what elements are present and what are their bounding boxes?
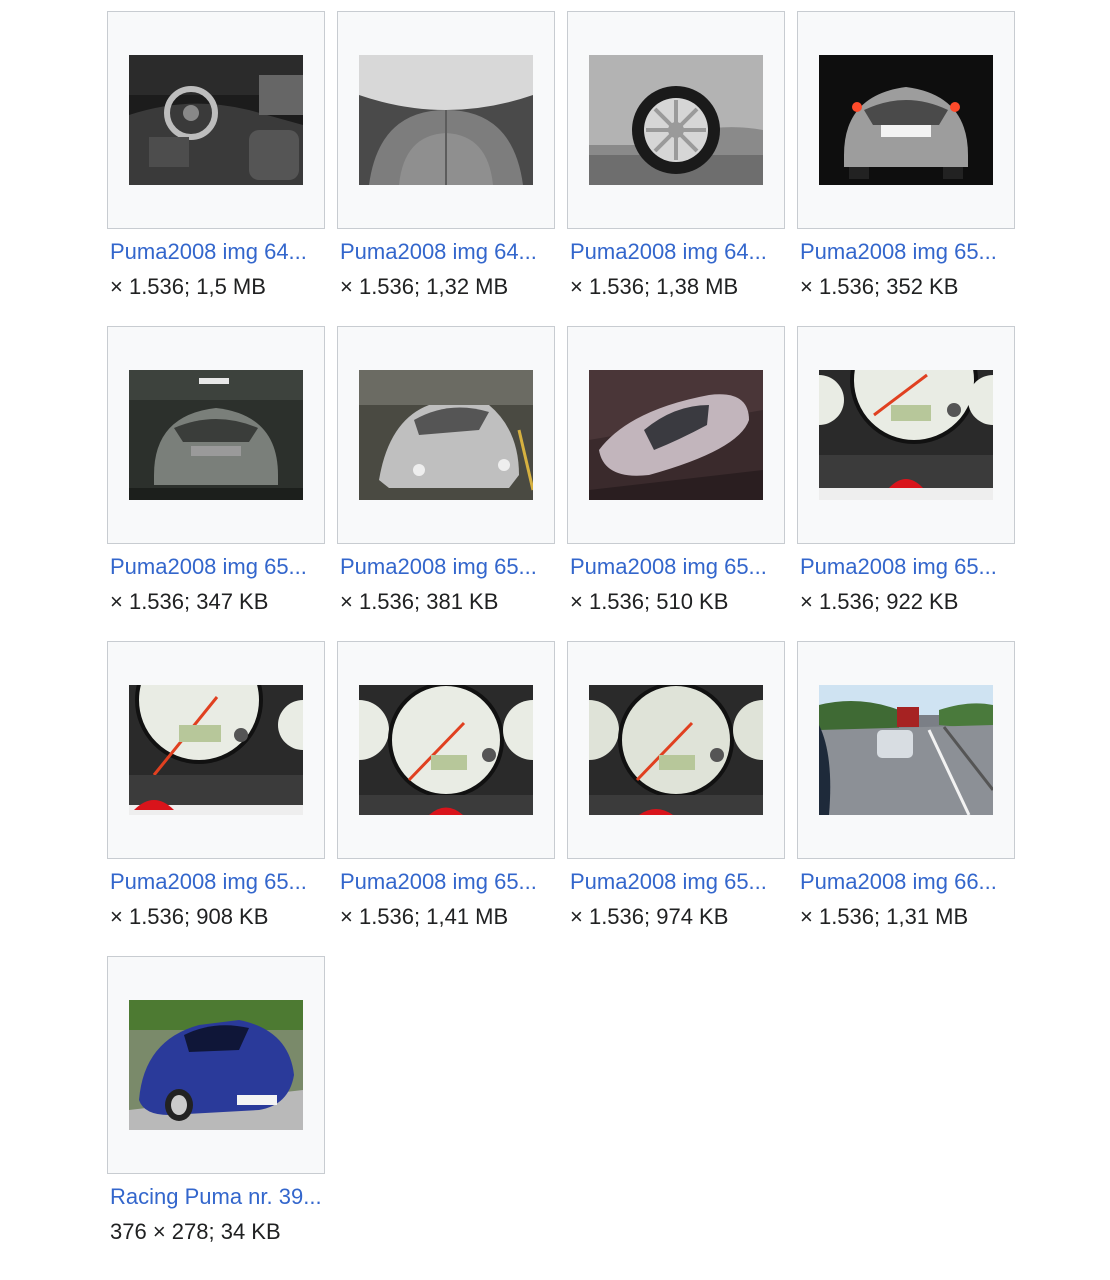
thumbnail-link[interactable]: [337, 326, 555, 544]
car-rear-garage-photo: [129, 370, 303, 500]
car-interior-dashboard-photo: [129, 55, 303, 185]
odometer-photo: [819, 370, 993, 500]
file-info: × 1.536; 510 KB: [570, 589, 729, 614]
image-gallery: Puma2008 img 64... × 1.536; 1,5 MB Puma2…: [0, 0, 1110, 1280]
file-info: 376 × 278; 34 KB: [110, 1219, 281, 1244]
file-name-link[interactable]: Puma2008 img 65...: [570, 867, 790, 897]
file-info: × 1.536; 1,5 MB: [110, 274, 266, 299]
file-name-link[interactable]: Racing Puma nr. 39...: [110, 1182, 330, 1212]
file-name-link[interactable]: Puma2008 img 65...: [110, 552, 330, 582]
thumbnail-link[interactable]: [107, 326, 325, 544]
file-name-link[interactable]: Puma2008 img 65...: [340, 552, 560, 582]
file-info: × 1.536; 1,31 MB: [800, 904, 969, 929]
thumbnail-link[interactable]: [797, 326, 1015, 544]
thumbnail-link[interactable]: [107, 11, 325, 229]
car-top-view-photo: [589, 370, 763, 500]
file-info: × 1.536; 974 KB: [570, 904, 729, 929]
file-info: × 1.536; 1,38 MB: [570, 274, 739, 299]
file-name-link[interactable]: Puma2008 img 64...: [570, 237, 790, 267]
thumbnail-link[interactable]: [337, 11, 555, 229]
file-name-link[interactable]: Puma2008 img 65...: [570, 552, 790, 582]
thumbnail-link[interactable]: [107, 956, 325, 1174]
speedometer-photo: [359, 685, 533, 815]
file-info: × 1.536; 1,41 MB: [340, 904, 509, 929]
file-name-link[interactable]: Puma2008 img 64...: [110, 237, 330, 267]
file-info: × 1.536; 347 KB: [110, 589, 269, 614]
blue-car-photo: [129, 1000, 303, 1130]
thumbnail-link[interactable]: [567, 641, 785, 859]
thumbnail-link[interactable]: [107, 641, 325, 859]
speedometer-photo: [589, 685, 763, 815]
car-front-garage-photo: [359, 370, 533, 500]
file-info: × 1.536; 908 KB: [110, 904, 269, 929]
file-name-link[interactable]: Puma2008 img 65...: [340, 867, 560, 897]
file-name-link[interactable]: Puma2008 img 65...: [110, 867, 330, 897]
thumbnail-link[interactable]: [567, 326, 785, 544]
car-rear-lights-photo: [819, 55, 993, 185]
file-name-link[interactable]: Puma2008 img 66...: [800, 867, 1020, 897]
thumbnail-link[interactable]: [797, 11, 1015, 229]
file-name-link[interactable]: Puma2008 img 65...: [800, 552, 1020, 582]
file-info: × 1.536; 922 KB: [800, 589, 959, 614]
file-name-link[interactable]: Puma2008 img 65...: [800, 237, 1020, 267]
file-info: × 1.536; 381 KB: [340, 589, 499, 614]
highway-traffic-photo: [819, 685, 993, 815]
thumbnail-link[interactable]: [797, 641, 1015, 859]
file-info: × 1.536; 1,32 MB: [340, 274, 509, 299]
odometer-photo: [129, 685, 303, 815]
thumbnail-link[interactable]: [567, 11, 785, 229]
car-rear-seats-photo: [359, 55, 533, 185]
file-name-link[interactable]: Puma2008 img 64...: [340, 237, 560, 267]
thumbnail-link[interactable]: [337, 641, 555, 859]
file-info: × 1.536; 352 KB: [800, 274, 959, 299]
car-wheel-photo: [589, 55, 763, 185]
